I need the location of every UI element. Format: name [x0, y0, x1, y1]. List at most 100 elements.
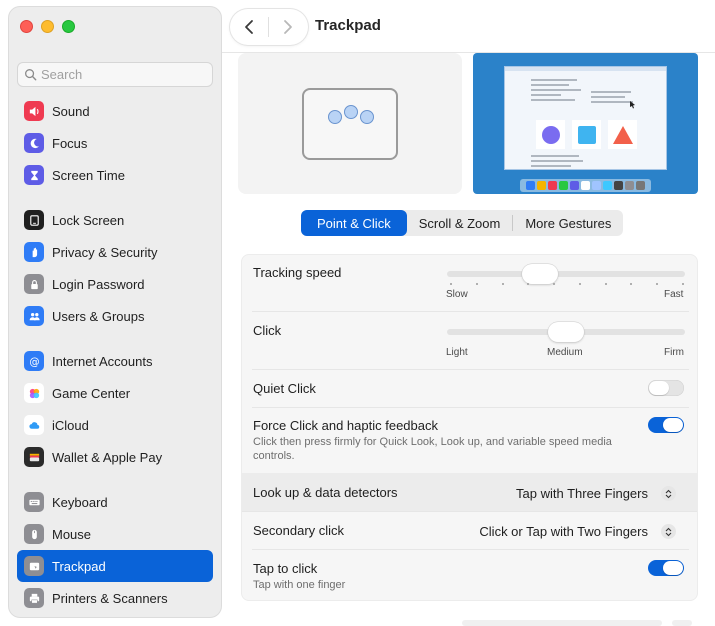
sidebar-item-label: Trackpad — [52, 558, 106, 574]
page-title: Trackpad — [315, 17, 381, 34]
help-button-partial[interactable] — [672, 620, 692, 626]
tab-bar: Point & Click Scroll & Zoom More Gesture… — [301, 210, 624, 236]
slider-tick — [630, 283, 633, 285]
force-click-toggle[interactable] — [648, 417, 684, 433]
tracking-speed-slider-knob[interactable] — [521, 264, 558, 284]
finger-dot — [344, 105, 358, 119]
sidebar-item-label: Privacy & Security — [52, 244, 158, 260]
sidebar-item-label: Keyboard — [52, 494, 108, 510]
slider-left-label: Light — [446, 347, 468, 358]
mouse-icon — [24, 524, 44, 544]
hand-icon — [24, 242, 44, 262]
sidebar-item-keyboard[interactable]: Keyboard — [17, 486, 213, 518]
trackpad-icon — [24, 556, 44, 576]
main-content: Trackpad Point & Click Scroll & Zoom Mor… — [222, 0, 715, 626]
search-input[interactable] — [41, 67, 201, 82]
keyboard-icon — [24, 492, 44, 512]
tracking-speed-label: Tracking speed — [253, 265, 342, 280]
sidebar-item-screen-time[interactable]: Screen Time — [17, 159, 213, 191]
sidebar-item-internet-accounts[interactable]: @ Internet Accounts — [17, 345, 213, 377]
demo-window — [504, 66, 667, 170]
click-pressure-slider-knob[interactable] — [548, 322, 584, 342]
look-up-popup[interactable]: Tap with Three Fingers — [516, 486, 648, 501]
tab-more-gestures[interactable]: More Gestures — [513, 210, 623, 236]
secondary-click-popup[interactable]: Click or Tap with Two Fingers — [479, 524, 648, 539]
slider-tick — [475, 283, 478, 285]
speaker-icon — [24, 101, 44, 121]
slider-tick — [553, 283, 556, 285]
pointer-icon — [630, 101, 635, 109]
tap-to-click-label: Tap to click — [253, 561, 318, 576]
secondary-click-stepper-icon[interactable] — [661, 524, 676, 539]
sidebar-item-label: Mouse — [52, 526, 92, 542]
tap-to-click-description: Tap with one finger — [253, 579, 346, 591]
look-up-stepper-icon[interactable] — [661, 486, 676, 501]
chevron-right-icon — [284, 20, 292, 34]
sidebar-item-trackpad[interactable]: Trackpad — [17, 550, 213, 582]
tab-point-click[interactable]: Point & Click — [301, 210, 407, 236]
gesture-demo-preview — [473, 53, 698, 194]
sidebar-item-label: Sound — [52, 103, 90, 119]
sidebar-item-label: Login Password — [52, 276, 145, 292]
users-icon — [24, 306, 44, 326]
slider-tick — [604, 283, 607, 285]
zoom-window-button[interactable] — [62, 20, 75, 33]
sidebar-item-label: Internet Accounts — [52, 353, 153, 369]
wallet-icon — [24, 447, 44, 467]
gesture-illustration — [238, 53, 462, 194]
search-field[interactable] — [17, 62, 213, 87]
footer-button-partial[interactable] — [462, 620, 662, 626]
sidebar-item-label: iCloud — [52, 417, 89, 433]
tab-scroll-zoom[interactable]: Scroll & Zoom — [407, 210, 513, 236]
slider-tick — [656, 283, 659, 285]
chevron-left-icon — [245, 20, 253, 34]
search-icon — [25, 69, 37, 81]
forward-button[interactable] — [269, 9, 307, 45]
quiet-click-label: Quiet Click — [253, 381, 316, 396]
game-center-icon — [24, 383, 44, 403]
sidebar-item-game-center[interactable]: Game Center — [17, 377, 213, 409]
window-controls — [20, 20, 75, 33]
slider-tick — [501, 283, 504, 285]
sidebar-item-wallet-apple-pay[interactable]: Wallet & Apple Pay — [17, 441, 213, 473]
sidebar-item-sound[interactable]: Sound — [17, 95, 213, 127]
row-divider — [252, 369, 689, 370]
trackpad-illustration — [302, 88, 398, 160]
settings-panel: Tracking speed Slow Fast Click Light Med… — [241, 254, 698, 601]
at-icon: @ — [24, 351, 44, 371]
lock-screen-icon — [24, 210, 44, 230]
moon-icon — [24, 133, 44, 153]
quiet-click-toggle[interactable] — [648, 380, 684, 396]
slider-min-label: Slow — [446, 289, 468, 300]
sidebar-item-focus[interactable]: Focus — [17, 127, 213, 159]
close-window-button[interactable] — [20, 20, 33, 33]
sidebar-item-privacy-security[interactable]: Privacy & Security — [17, 236, 213, 268]
slider-tick — [450, 283, 452, 285]
sidebar-item-login-password[interactable]: Login Password — [17, 268, 213, 300]
sidebar-item-mouse[interactable]: Mouse — [17, 518, 213, 550]
tap-to-click-toggle[interactable] — [648, 560, 684, 576]
slider-tick — [578, 283, 581, 285]
back-button[interactable] — [230, 9, 268, 45]
sidebar-item-label: Screen Time — [52, 167, 125, 183]
row-divider — [252, 549, 689, 550]
sidebar-item-label: Focus — [52, 135, 88, 151]
slider-mid-label: Medium — [547, 347, 583, 358]
sidebar-item-label: Wallet & Apple Pay — [52, 449, 163, 465]
sidebar-item-label: Lock Screen — [52, 212, 125, 228]
cloud-icon — [24, 415, 44, 435]
square-shape-icon — [572, 120, 601, 149]
sidebar-item-printers-scanners[interactable]: Printers & Scanners — [17, 582, 213, 614]
hourglass-icon — [24, 165, 44, 185]
tracking-speed-slider[interactable] — [447, 271, 685, 277]
printer-icon — [24, 588, 44, 608]
sidebar-item-label: Users & Groups — [52, 308, 145, 324]
minimize-window-button[interactable] — [41, 20, 54, 33]
history-navigation — [230, 9, 308, 45]
sidebar-item-users-groups[interactable]: Users & Groups — [17, 300, 213, 332]
finger-dot — [328, 110, 342, 124]
force-click-description: Click then press firmly for Quick Look, … — [253, 436, 612, 462]
sidebar-item-icloud[interactable]: iCloud — [17, 409, 213, 441]
sidebar-item-lock-screen[interactable]: Lock Screen — [17, 204, 213, 236]
demo-dock — [520, 179, 651, 192]
